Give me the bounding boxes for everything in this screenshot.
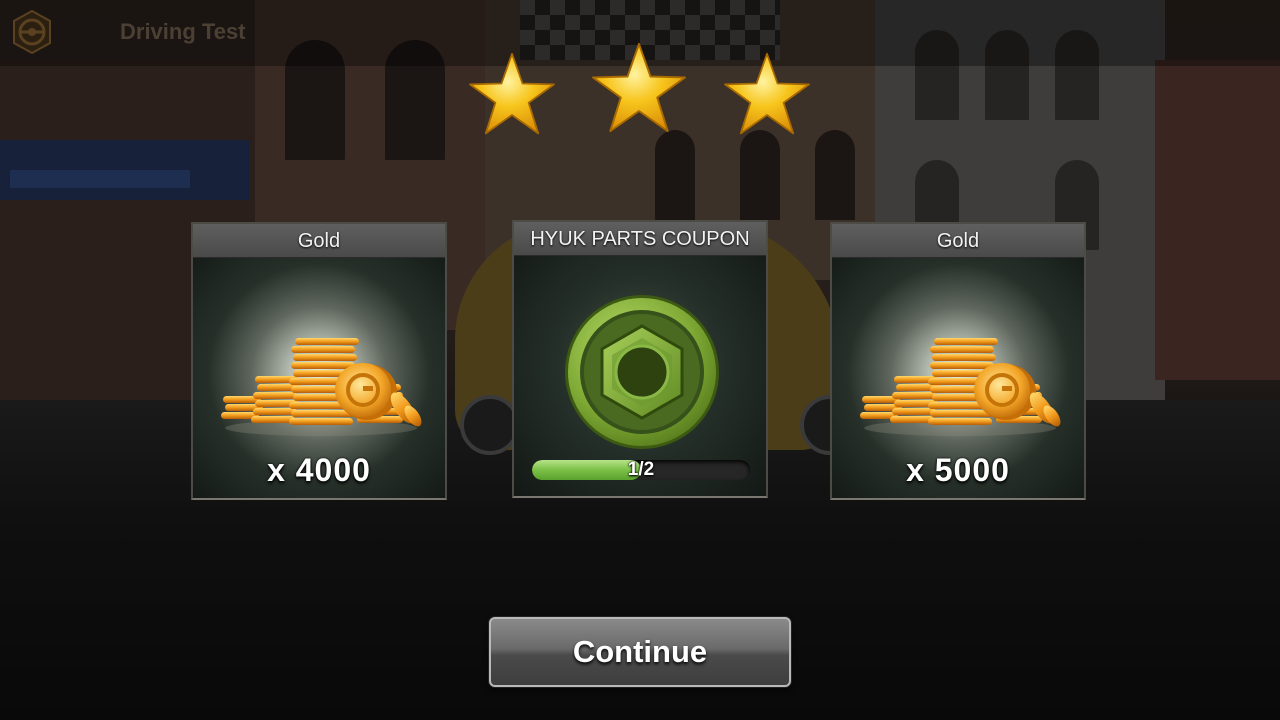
reward-card-body: x 5000: [832, 258, 1084, 498]
reward-card-body: 1/2: [514, 256, 766, 496]
continue-button[interactable]: Continue: [489, 617, 791, 687]
reward-card-body: x 4000: [193, 258, 445, 498]
reward-card-title: HYUK PARTS COUPON: [514, 222, 766, 256]
background-sign: [10, 170, 190, 188]
reward-amount: x 5000: [906, 452, 1010, 488]
reward-amount: x 4000: [267, 452, 371, 488]
coupon-progress-bar: 1/2: [532, 460, 750, 480]
background-building: [1155, 60, 1280, 380]
reward-card-title: Gold: [193, 224, 445, 258]
background-wheel: [460, 395, 520, 455]
page-title: Driving Test: [120, 19, 246, 44]
steering-wheel-icon: [13, 9, 51, 55]
gold-coins-icon: [860, 338, 1061, 436]
reward-card-coupon: HYUK PARTS COUPON 1/2: [512, 220, 768, 498]
gold-coins-icon: [221, 338, 422, 436]
progress-text: 1/2: [627, 460, 655, 480]
reward-card-title: Gold: [832, 224, 1084, 258]
hex-nut-coupon-icon: [565, 295, 719, 449]
star-icon: [592, 42, 686, 133]
reward-card-gold: Gold: [830, 222, 1086, 500]
star-icon: [469, 52, 555, 135]
reward-card-gold: Gold: [191, 222, 447, 500]
star-icon: [724, 52, 810, 135]
